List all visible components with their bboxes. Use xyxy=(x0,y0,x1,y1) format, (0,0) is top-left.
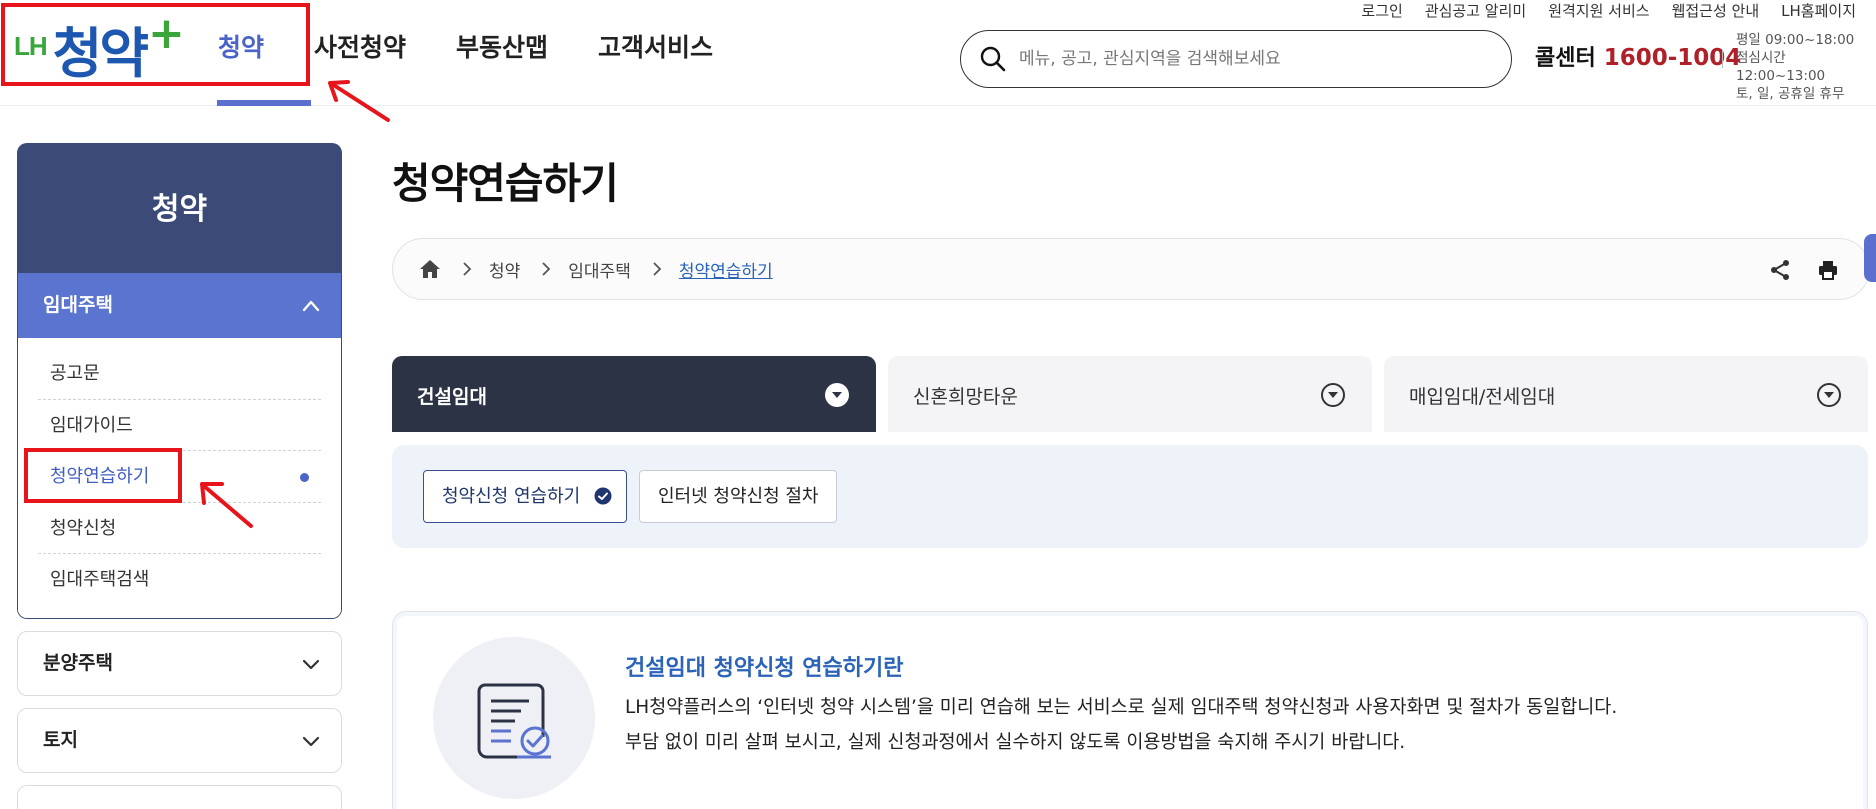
callcenter-label: 콜센터 xyxy=(1535,46,1596,71)
breadcrumb-current[interactable]: 청약연습하기 xyxy=(679,257,773,282)
sidebar-title: 청약 xyxy=(17,143,342,273)
dropdown-circle-icon xyxy=(1321,383,1345,407)
share-icon[interactable] xyxy=(1769,259,1791,281)
intro-description: LH청약플러스의 ‘인터넷 청약 시스템’을 미리 연습해 보는 서비스로 실제… xyxy=(625,690,1617,760)
chevron-up-icon xyxy=(302,300,320,312)
gnb-item-pre-subscription[interactable]: 사전청약 xyxy=(314,24,406,72)
annotation-arrow-header xyxy=(328,80,390,122)
annotation-box-sidebar xyxy=(24,448,182,503)
sidebar-section-label: 분양주택 xyxy=(43,651,113,674)
breadcrumb-tools xyxy=(1743,259,1839,281)
intro-illustration xyxy=(433,637,595,799)
subtab-label: 인터넷 청약신청 절차 xyxy=(658,486,819,507)
breadcrumb: 청약 임대주택 청약연습하기 xyxy=(392,238,1870,300)
callcenter: 콜센터 1600-1004 xyxy=(1535,40,1741,72)
chevron-right-icon xyxy=(653,262,662,276)
check-circle-icon xyxy=(594,487,612,505)
dropdown-circle-icon xyxy=(825,383,849,407)
sidebar-item-notice[interactable]: 공고문 xyxy=(38,348,321,400)
intro-title: 건설임대 청약신청 연습하기란 xyxy=(625,656,904,681)
tab-purchase-jeonse-rental[interactable]: 매입임대/전세임대 xyxy=(1384,356,1868,432)
divider xyxy=(1722,50,1723,68)
sidebar-item-rental-guide[interactable]: 임대가이드 xyxy=(38,400,321,451)
search-box xyxy=(960,30,1512,88)
remote-support-link[interactable]: 원격지원 서비스 xyxy=(1548,0,1649,22)
sidebar-section-rental-toggle[interactable]: 임대주택 xyxy=(18,273,341,338)
annotation-box-header xyxy=(1,3,310,86)
login-link[interactable]: 로그인 xyxy=(1361,0,1402,22)
document-icon xyxy=(477,683,551,759)
breadcrumb-item[interactable]: 임대주택 xyxy=(568,257,631,282)
hours-lunch: 점심시간 12:00~13:00 xyxy=(1736,50,1826,84)
chevron-down-icon xyxy=(302,659,320,669)
accessibility-link[interactable]: 웹접근성 안내 xyxy=(1672,0,1760,22)
gnb-active-indicator xyxy=(217,100,311,106)
home-icon[interactable] xyxy=(419,258,441,280)
subtab-label: 청약신청 연습하기 xyxy=(442,486,581,507)
side-panel-toggle[interactable] xyxy=(1864,234,1876,282)
sidebar-section-rental: 임대주택 공고문 임대가이드 청약연습하기 청약신청 임대주택검색 xyxy=(17,273,342,619)
notice-alert-link[interactable]: 관심공고 알리미 xyxy=(1425,0,1526,22)
tab-label: 건설임대 xyxy=(417,386,487,408)
tab-construction-rental[interactable]: 건설임대 xyxy=(392,356,876,432)
sidebar-item-apply[interactable]: 청약신청 xyxy=(38,503,321,554)
search-input[interactable] xyxy=(1019,49,1489,69)
callcenter-number[interactable]: 1600-1004 xyxy=(1604,45,1742,71)
utility-links: 로그인 관심공고 알리미 원격지원 서비스 웹접근성 안내 LH홈페이지 xyxy=(1339,0,1856,22)
callcenter-hours: 평일 09:00~18:00 점심시간 12:00~13:00 토, 일, 공휴… xyxy=(1736,31,1876,103)
chevron-down-icon xyxy=(302,736,320,746)
sidebar-section-next[interactable] xyxy=(17,784,342,809)
hours-closed: 토, 일, 공휴일 휴무 xyxy=(1736,86,1845,102)
print-icon[interactable] xyxy=(1817,259,1839,281)
tab-label: 신혼희망타운 xyxy=(913,386,1018,408)
chevron-right-icon xyxy=(542,262,551,276)
intro-card: 건설임대 청약신청 연습하기란 LH청약플러스의 ‘인터넷 청약 시스템’을 미… xyxy=(392,611,1868,809)
sidebar-section-label: 임대주택 xyxy=(43,294,113,316)
sidebar-section-land[interactable]: 토지 xyxy=(17,707,342,773)
search-icon[interactable] xyxy=(979,45,1007,73)
sidebar-item-rental-search[interactable]: 임대주택검색 xyxy=(38,554,321,606)
main-tabs: 건설임대 신혼희망타운 매입임대/전세임대 xyxy=(392,356,1868,432)
breadcrumb-item[interactable]: 청약 xyxy=(489,257,520,282)
tab-label: 매입임대/전세임대 xyxy=(1409,386,1556,408)
active-dot-icon xyxy=(300,473,309,482)
intro-line: LH청약플러스의 ‘인터넷 청약 시스템’을 미리 연습해 보는 서비스로 실제… xyxy=(625,697,1618,718)
hours-weekday: 평일 09:00~18:00 xyxy=(1736,32,1855,48)
sidebar-section-label: 토지 xyxy=(43,728,78,751)
subtab-internet-procedure[interactable]: 인터넷 청약신청 절차 xyxy=(639,470,838,523)
lh-homepage-link[interactable]: LH홈페이지 xyxy=(1781,0,1856,22)
gnb-item-customer-service[interactable]: 고객서비스 xyxy=(598,24,713,72)
gnb-item-real-estate-map[interactable]: 부동산맵 xyxy=(456,24,548,72)
subtab-panel: 청약신청 연습하기 인터넷 청약신청 절차 xyxy=(392,445,1868,548)
intro-line: 부담 없이 미리 살펴 보시고, 실제 신청과정에서 실수하지 않도록 이용방법… xyxy=(625,732,1406,753)
dropdown-circle-icon xyxy=(1817,383,1841,407)
annotation-arrow-sidebar xyxy=(200,482,253,528)
sidebar-section-sale[interactable]: 분양주택 xyxy=(17,630,342,696)
page-title: 청약연습하기 xyxy=(392,159,619,208)
chevron-right-icon xyxy=(463,262,472,276)
tab-newlywed-town[interactable]: 신혼희망타운 xyxy=(888,356,1372,432)
subtab-practice-apply[interactable]: 청약신청 연습하기 xyxy=(423,470,628,523)
